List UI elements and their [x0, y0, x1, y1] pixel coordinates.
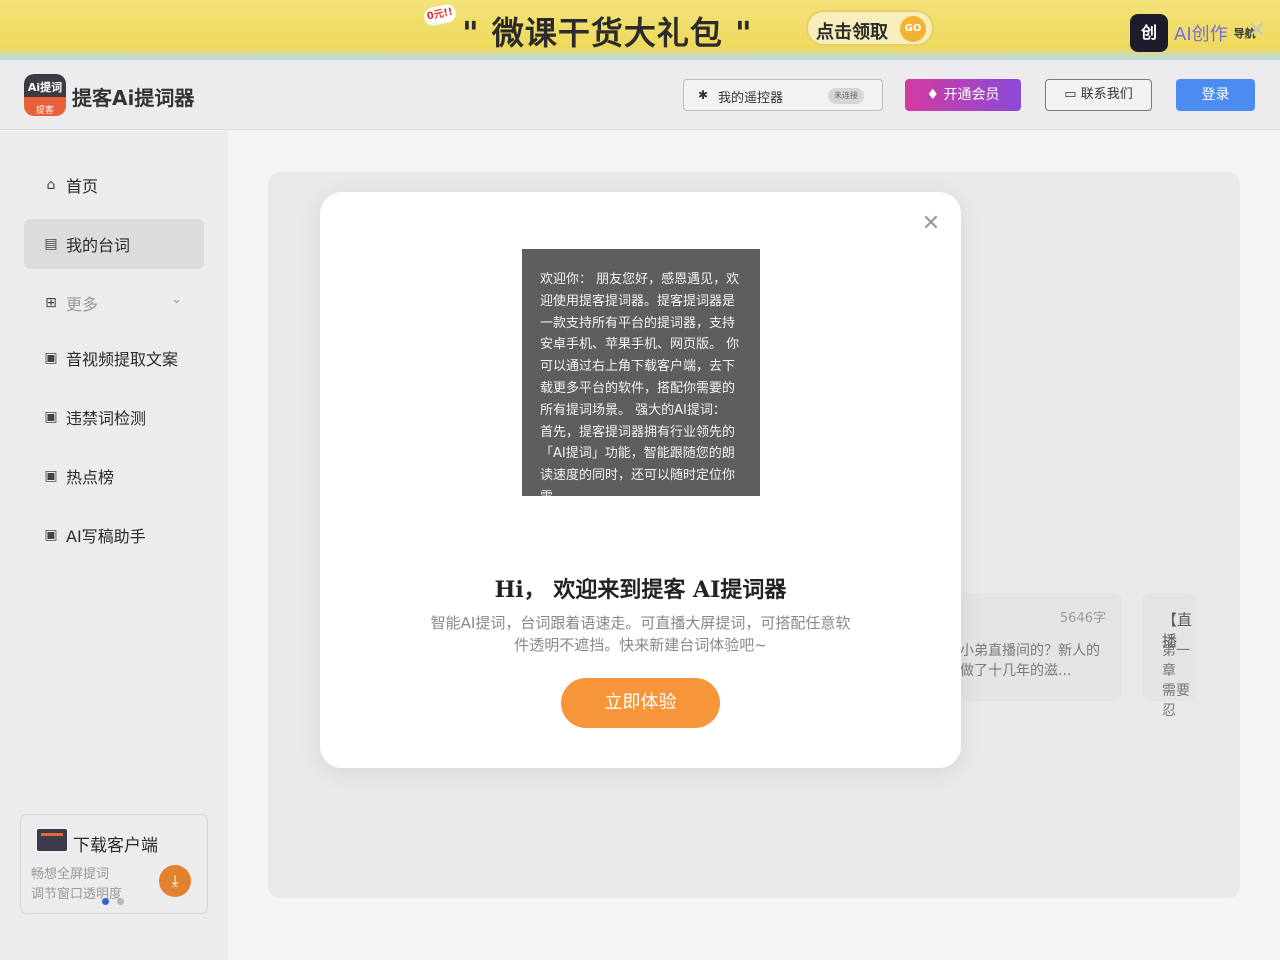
- modal-title: Hi， 欢迎来到提客 AI提词器: [494, 577, 787, 603]
- welcome-modal: ✕ 欢迎你： 朋友您好，感恩遇见，欢迎使用提客提词器。提客提词器是一款支持所有平…: [320, 192, 961, 768]
- modal-description: 智能AI提词，台词跟着语速走。可直播大屏提词，可搭配任意软件透明不遮挡。快来新建…: [430, 614, 851, 654]
- preview-text: 欢迎你： 朋友您好，感恩遇见，欢迎使用提客提词器。提客提词器是一款支持所有平台的…: [540, 272, 740, 496]
- teleprompter-preview: 欢迎你： 朋友您好，感恩遇见，欢迎使用提客提词器。提客提词器是一款支持所有平台的…: [522, 249, 760, 496]
- close-icon[interactable]: ✕: [919, 212, 943, 236]
- try-now-button[interactable]: 立即体验: [561, 678, 720, 728]
